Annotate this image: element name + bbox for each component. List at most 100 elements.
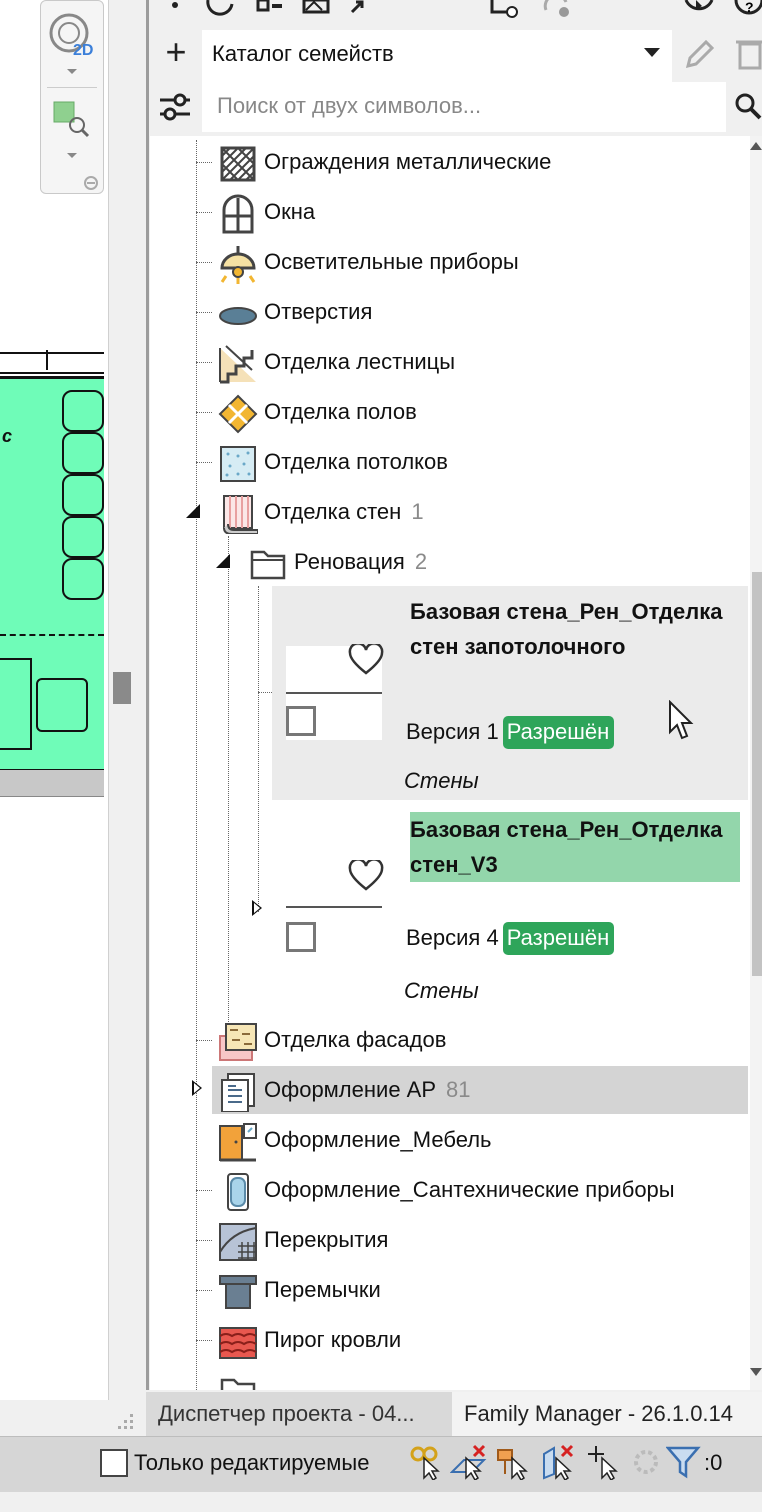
- search-input[interactable]: [203, 83, 727, 129]
- ceiling-finish-icon: [220, 446, 256, 482]
- tab-family-manager[interactable]: Family Manager - 26.1.0.14: [452, 1392, 762, 1436]
- play-icon[interactable]: [682, 0, 716, 18]
- tree-item-renovation[interactable]: Реновация 2: [242, 538, 748, 586]
- catalog-dropdown-value: Каталог семейств: [212, 41, 394, 66]
- add-catalog-button[interactable]: +: [158, 34, 194, 72]
- search-icon[interactable]: [734, 92, 762, 122]
- slab-icon: [219, 1223, 257, 1261]
- only-editable-checkbox[interactable]: [100, 1449, 128, 1477]
- link-select-icon[interactable]: [408, 1444, 442, 1480]
- plan-corridor: [0, 770, 104, 797]
- tree-item-stair-finish[interactable]: Отделка лестницы: [212, 338, 748, 386]
- tree-connector: [258, 692, 272, 693]
- tree-connector: [196, 162, 212, 163]
- tree-item-openings[interactable]: Отверстия: [212, 288, 748, 336]
- furniture-icon: [219, 1123, 257, 1162]
- drag-select-icon[interactable]: [586, 1444, 622, 1480]
- face-select-icon[interactable]: [540, 1444, 578, 1480]
- favorite-heart-icon[interactable]: [348, 644, 384, 676]
- filter-settings-icon[interactable]: [158, 92, 194, 122]
- tree-scrollbar-thumb[interactable]: [752, 572, 762, 976]
- search-field[interactable]: [202, 82, 727, 132]
- tree-item-facade-finish[interactable]: Отделка фасадов: [212, 1016, 748, 1064]
- more-icon[interactable]: [168, 0, 182, 14]
- status-badge: Разрешён: [502, 716, 615, 749]
- tree-item-ar-design[interactable]: Оформление АР 81: [212, 1066, 748, 1114]
- select-checkbox[interactable]: [286, 706, 316, 736]
- tree-item-label: Перекрытия: [264, 1227, 389, 1252]
- tree-connector: [228, 536, 229, 1026]
- document-icon: [221, 1073, 255, 1112]
- expand-arrow-icon[interactable]: [252, 900, 262, 916]
- tree-item-slabs[interactable]: Перекрытия: [212, 1216, 748, 1264]
- 2d-wheel-icon[interactable]: 2D: [47, 11, 97, 61]
- export-icon[interactable]: [348, 0, 368, 16]
- plan-seat: [62, 516, 104, 558]
- cloud-view-icon[interactable]: [488, 0, 524, 20]
- window-icon: [222, 194, 254, 234]
- tree-connector: [196, 140, 197, 1390]
- tree-item-plumbing[interactable]: Оформление_Сантехнические приборы: [212, 1166, 748, 1214]
- mouse-cursor-icon: [669, 700, 694, 740]
- tree-item-lintels[interactable]: Перемычки: [212, 1266, 748, 1314]
- tree-item-wall-finish[interactable]: Отделка стен 1: [212, 488, 748, 536]
- tree-item-furniture[interactable]: Оформление_Мебель: [212, 1116, 748, 1164]
- layout-icon[interactable]: [256, 0, 286, 16]
- family-card[interactable]: Базовая стена_Рен_Отделка стен запотолоч…: [272, 586, 748, 800]
- tree-connector: [196, 312, 212, 313]
- edit-pencil-icon[interactable]: [684, 38, 716, 70]
- tree-connector: [196, 1190, 212, 1191]
- tree-item-floor-finish[interactable]: Отделка полов: [212, 388, 748, 436]
- tree-connector: [196, 262, 212, 263]
- plan-room-label: с: [2, 426, 13, 446]
- tab-project-browser[interactable]: Диспетчер проекта - 04...: [146, 1392, 458, 1436]
- panel-toolbar: ?: [150, 0, 762, 24]
- tree-connector: [196, 412, 212, 413]
- options-icon[interactable]: [83, 175, 99, 191]
- background-process-icon[interactable]: [630, 1444, 662, 1480]
- chevron-down-icon[interactable]: [65, 151, 79, 161]
- trash-icon[interactable]: [736, 38, 762, 70]
- scroll-down-arrow-icon[interactable]: [750, 1368, 762, 1376]
- resize-grip-icon[interactable]: [116, 1412, 136, 1432]
- family-category: Стены: [404, 978, 479, 1003]
- plan-seat: [62, 390, 104, 432]
- scroll-up-arrow-icon[interactable]: [750, 142, 762, 150]
- sync-icon[interactable]: [542, 0, 576, 20]
- drawing-canvas[interactable]: 2D с: [0, 0, 108, 1400]
- plan-chair: [36, 678, 88, 732]
- plan-wall-band: [0, 352, 104, 374]
- tree-item-lighting[interactable]: Осветительные приборы: [212, 238, 748, 286]
- favorite-heart-icon[interactable]: [348, 860, 384, 892]
- filter-funnel-icon[interactable]: [666, 1444, 702, 1480]
- collapse-icon[interactable]: [216, 554, 230, 568]
- help-icon[interactable]: ?: [734, 0, 762, 18]
- version-label: Версия 4: [406, 925, 499, 950]
- dropdown-arrow-icon[interactable]: [644, 48, 660, 57]
- refresh-icon[interactable]: [204, 0, 238, 16]
- tree-item-roof[interactable]: Пирог кровли: [212, 1316, 748, 1364]
- tree-item-windows[interactable]: Окна: [212, 188, 748, 236]
- opening-icon: [219, 307, 257, 325]
- chevron-down-icon[interactable]: [65, 67, 79, 77]
- expand-arrow-icon[interactable]: [192, 1080, 202, 1096]
- family-version: Версия 4 Разрешён: [406, 922, 615, 955]
- facade-finish-icon: [219, 1023, 257, 1061]
- underlay-select-icon[interactable]: [450, 1444, 488, 1480]
- zoom-window-icon[interactable]: [51, 99, 91, 139]
- stair-finish-icon: [219, 345, 256, 384]
- plan-seat: [62, 432, 104, 474]
- family-card[interactable]: Базовая стена_Рен_Отделка стен_V3 Версия…: [272, 804, 748, 1018]
- image-icon[interactable]: [302, 0, 332, 16]
- pinned-select-icon[interactable]: [496, 1444, 530, 1480]
- tree-item-label: Перемычки: [264, 1277, 381, 1302]
- select-checkbox[interactable]: [286, 922, 316, 952]
- family-category: Стены: [404, 768, 479, 793]
- collapse-icon[interactable]: [186, 504, 200, 518]
- taskbar-strip: [0, 1492, 762, 1512]
- tree-item-partial[interactable]: [212, 1366, 748, 1390]
- status-badge: Разрешён: [502, 922, 615, 955]
- tree-item-metal-fences[interactable]: Ограждения металлические: [212, 138, 748, 186]
- scrollbar-thumb[interactable]: [113, 672, 131, 704]
- tree-item-ceiling-finish[interactable]: Отделка потолков: [212, 438, 748, 486]
